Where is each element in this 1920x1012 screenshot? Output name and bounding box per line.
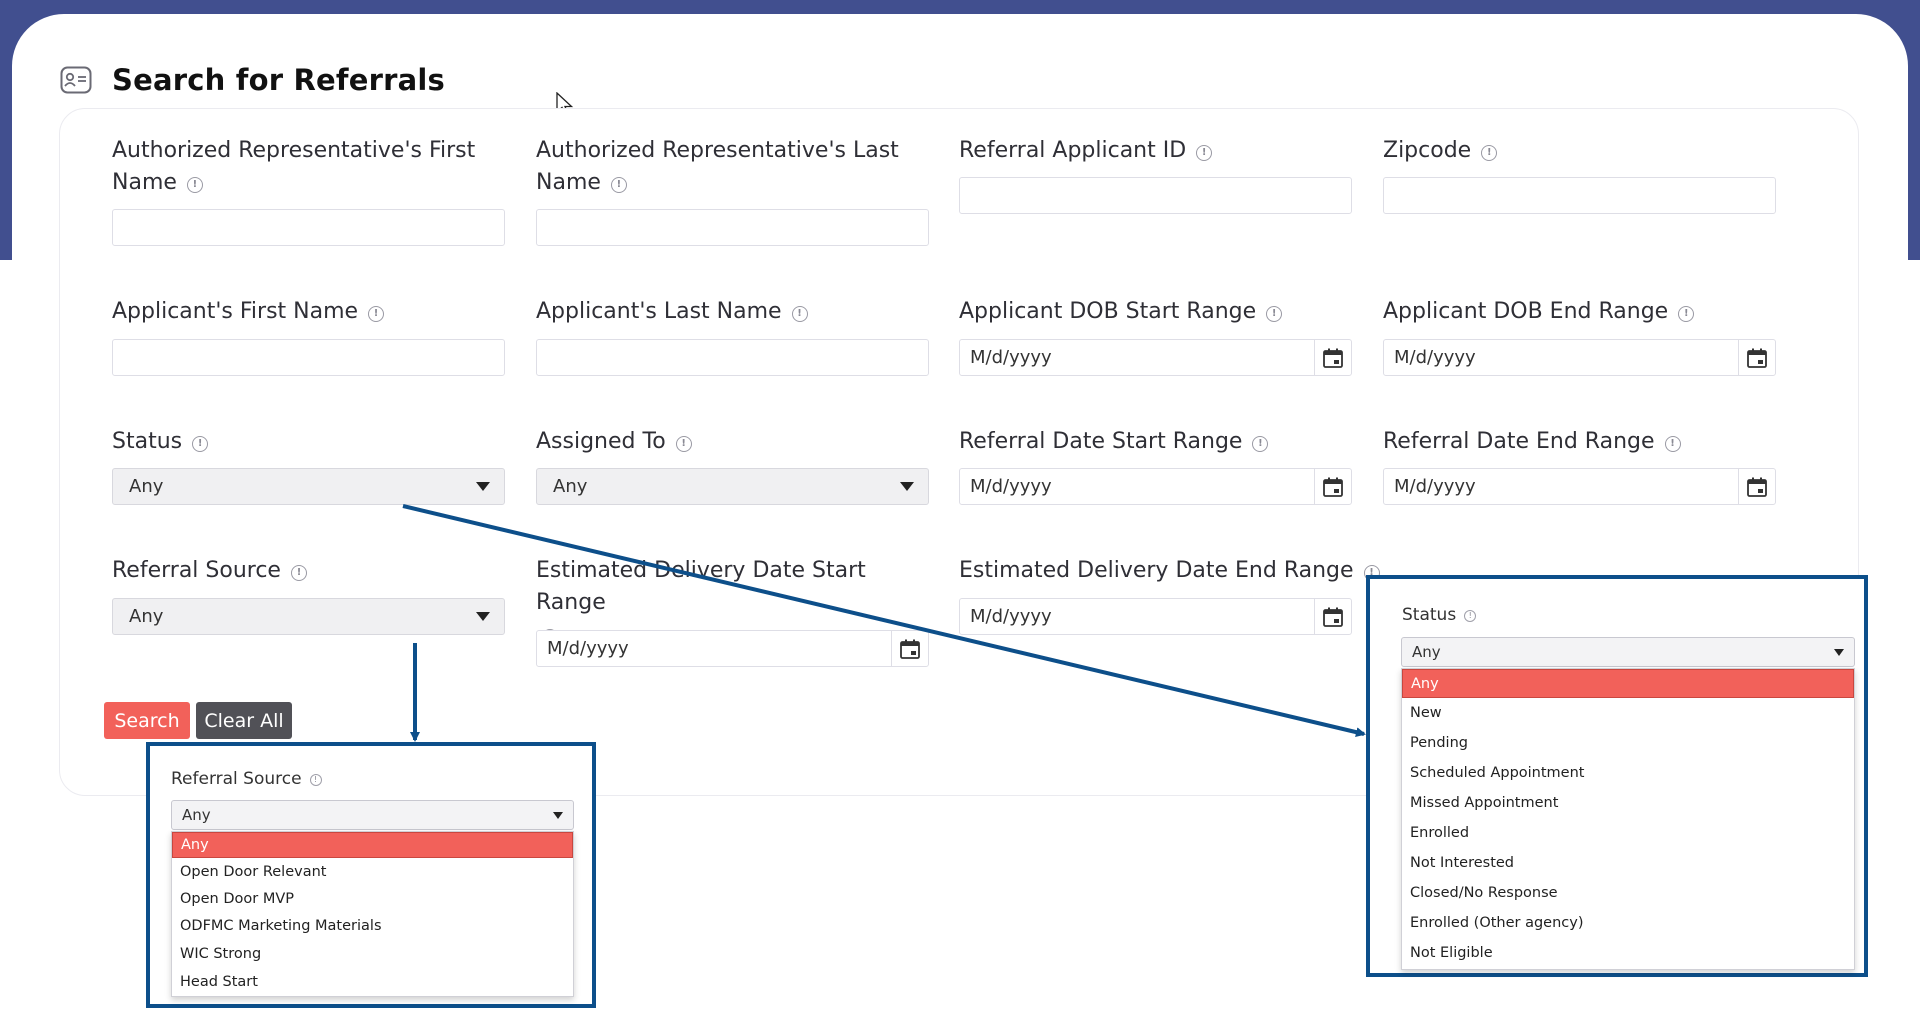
- caret-down-icon[interactable]: [1834, 648, 1844, 656]
- option-any[interactable]: Any: [1402, 669, 1854, 698]
- status-select-open[interactable]: Any: [1401, 637, 1855, 667]
- option-wic-strong[interactable]: WIC Strong: [172, 940, 573, 968]
- option-not-eligible[interactable]: Not Eligible: [1402, 938, 1854, 968]
- option-not-interested[interactable]: Not Interested: [1402, 848, 1854, 878]
- info-icon[interactable]: !: [309, 774, 322, 786]
- option-enrolled-other-agency[interactable]: Enrolled (Other agency): [1402, 908, 1854, 938]
- option-head-start[interactable]: Head Start: [172, 968, 573, 996]
- label-text: Status: [1402, 605, 1457, 625]
- select-value: Any: [182, 806, 211, 824]
- referral-source-options: Any Open Door Relevant Open Door MVP ODF…: [171, 831, 574, 997]
- referral-source-select-open[interactable]: Any: [171, 800, 574, 830]
- status-options: Any New Pending Scheduled Appointment Mi…: [1401, 668, 1855, 970]
- callout-label: Status!: [1402, 605, 1477, 625]
- referral-source-callout: Referral Source! Any Any Open Door Relev…: [146, 742, 596, 1008]
- callout-label: Referral Source!: [171, 769, 322, 789]
- option-missed-appointment[interactable]: Missed Appointment: [1402, 788, 1854, 818]
- info-icon[interactable]: !: [1464, 610, 1477, 622]
- label-text: Referral Source: [171, 769, 302, 789]
- status-callout: Status! Any Any New Pending Scheduled Ap…: [1366, 575, 1868, 977]
- caret-down-icon[interactable]: [553, 811, 563, 819]
- option-new[interactable]: New: [1402, 698, 1854, 728]
- option-open-door-mvp[interactable]: Open Door MVP: [172, 885, 573, 912]
- option-scheduled-appointment[interactable]: Scheduled Appointment: [1402, 758, 1854, 788]
- option-closed-no-response[interactable]: Closed/No Response: [1402, 878, 1854, 908]
- option-open-door-relevant[interactable]: Open Door Relevant: [172, 858, 573, 885]
- select-value: Any: [1412, 643, 1441, 661]
- arrow-to-status-callout: [402, 504, 1366, 738]
- option-pending[interactable]: Pending: [1402, 728, 1854, 758]
- option-odfmc-marketing[interactable]: ODFMC Marketing Materials: [172, 912, 573, 940]
- option-any[interactable]: Any: [172, 832, 573, 858]
- option-enrolled[interactable]: Enrolled: [1402, 818, 1854, 848]
